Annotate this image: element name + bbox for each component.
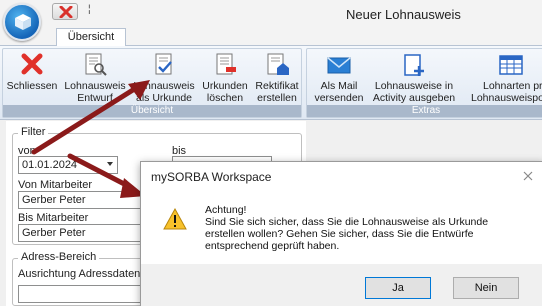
lohnarten-label-line1: Lohnarten pr (483, 80, 542, 92)
lohnausweis-als-urkunde-button[interactable]: Lohnausweis als Urkunde (131, 52, 197, 104)
window-title: Neuer Lohnausweis (346, 7, 461, 22)
mail-label-line1: Als Mail (320, 80, 358, 92)
dialog-body: Achtung! Sind Sie sich sicher, dass Sie … (141, 190, 542, 264)
rektifikat-label-line2: erstellen (257, 92, 297, 104)
warning-icon (163, 208, 187, 230)
filter-legend: Filter (18, 126, 49, 138)
rektifikat-label-line1: Rektifikat (255, 80, 299, 92)
application-menu-button[interactable] (3, 3, 41, 41)
lohnarten-label-line2: Lohnausweispos (471, 92, 542, 104)
group-caption-extras: Extras (307, 105, 542, 117)
urkunde-label-line1: Lohnausweis (133, 80, 195, 92)
von-date-picker[interactable]: 01.01.2024 (18, 156, 118, 174)
schliessen-label: Schliessen (6, 80, 58, 92)
von-date-value: 01.01.2024 (22, 159, 78, 171)
table-grid-icon (499, 55, 523, 75)
von-mitarbeiter-value: Gerber Peter (22, 194, 86, 206)
close-x-icon (21, 53, 43, 75)
entwurf-label-line2: Entwurf (77, 92, 113, 104)
document-home-icon (267, 53, 289, 75)
ribbon-group-uebersicht: Schliessen Lohnausweis Entwurf Lohnauswe… (2, 48, 302, 118)
ausrichtung-label: Ausrichtung Adressdaten (18, 268, 141, 280)
lohnarten-pruefen-button[interactable]: Lohnarten pr Lohnausweispos (471, 52, 542, 104)
cube-logo-icon (15, 14, 31, 30)
urkunden-loeschen-button[interactable]: Urkunden löschen (199, 52, 251, 104)
lohnausweise-in-activity-ausgeben-button[interactable]: Lohnausweise in Activity ausgeben (369, 52, 459, 104)
quick-access-customize-icon[interactable]: ¦ (88, 4, 91, 15)
ja-button[interactable]: Ja (365, 277, 431, 299)
bis-mitarbeiter-label: Bis Mitarbeiter (18, 212, 89, 224)
confirm-dialog: mySORBA Workspace Achtung! Sind Sie sich… (140, 161, 542, 306)
title-bar: ¦ Neuer Lohnausweis (0, 0, 542, 28)
document-delete-icon (216, 53, 236, 75)
activity-label-line1: Lohnausweise in (374, 80, 454, 92)
schliessen-button[interactable]: Schliessen (6, 52, 58, 92)
document-add-icon (404, 54, 424, 76)
dialog-message-line2: erstellen wollen? Gehen Sie sicher, dass… (205, 228, 474, 240)
adress-legend: Adress-Bereich (18, 251, 100, 263)
urkunde-label-line2: als Urkunde (135, 92, 193, 104)
group-caption-uebersicht: Übersicht (3, 105, 301, 117)
dialog-message: Achtung! Sind Sie sich sicher, dass Sie … (205, 204, 535, 252)
dialog-footer: Ja Nein (141, 264, 542, 306)
quick-access-close-button[interactable] (52, 3, 78, 20)
ribbon-group-extras: Als Mail versenden Lohnausweise in Activ… (306, 48, 542, 118)
mail-label-line2: versenden (314, 92, 364, 104)
activity-label-line2: Activity ausgeben (372, 92, 456, 104)
document-check-icon (155, 53, 172, 75)
dialog-title: mySORBA Workspace (151, 170, 272, 184)
close-icon[interactable] (521, 169, 535, 183)
dialog-heading: Achtung! (205, 204, 247, 216)
loeschen-label-line1: Urkunden (202, 80, 248, 92)
von-mitarbeiter-label: Von Mitarbeiter (18, 179, 92, 191)
entwurf-label-line1: Lohnausweis (64, 80, 126, 92)
lohnausweis-entwurf-button[interactable]: Lohnausweis Entwurf (63, 52, 127, 104)
ribbon-tab-strip: Übersicht (0, 28, 542, 47)
dialog-message-line3: entsprechend geprüft haben. (205, 240, 340, 252)
nein-button[interactable]: Nein (453, 277, 519, 299)
loeschen-label-line2: löschen (206, 92, 244, 104)
tab-uebersicht[interactable]: Übersicht (56, 28, 126, 47)
document-search-icon (85, 53, 107, 76)
dialog-message-line1: Sind Sie sich sicher, dass Sie die Lohna… (205, 216, 489, 228)
bis-mitarbeiter-value: Gerber Peter (22, 227, 86, 239)
rektifikat-erstellen-button[interactable]: Rektifikat erstellen (253, 52, 301, 104)
close-x-icon (59, 6, 73, 18)
dialog-title-bar: mySORBA Workspace (141, 162, 542, 190)
envelope-icon (327, 57, 351, 74)
ribbon: Schliessen Lohnausweis Entwurf Lohnauswe… (0, 46, 542, 120)
chevron-down-icon[interactable] (107, 162, 113, 166)
als-mail-versenden-button[interactable]: Als Mail versenden (311, 52, 367, 104)
